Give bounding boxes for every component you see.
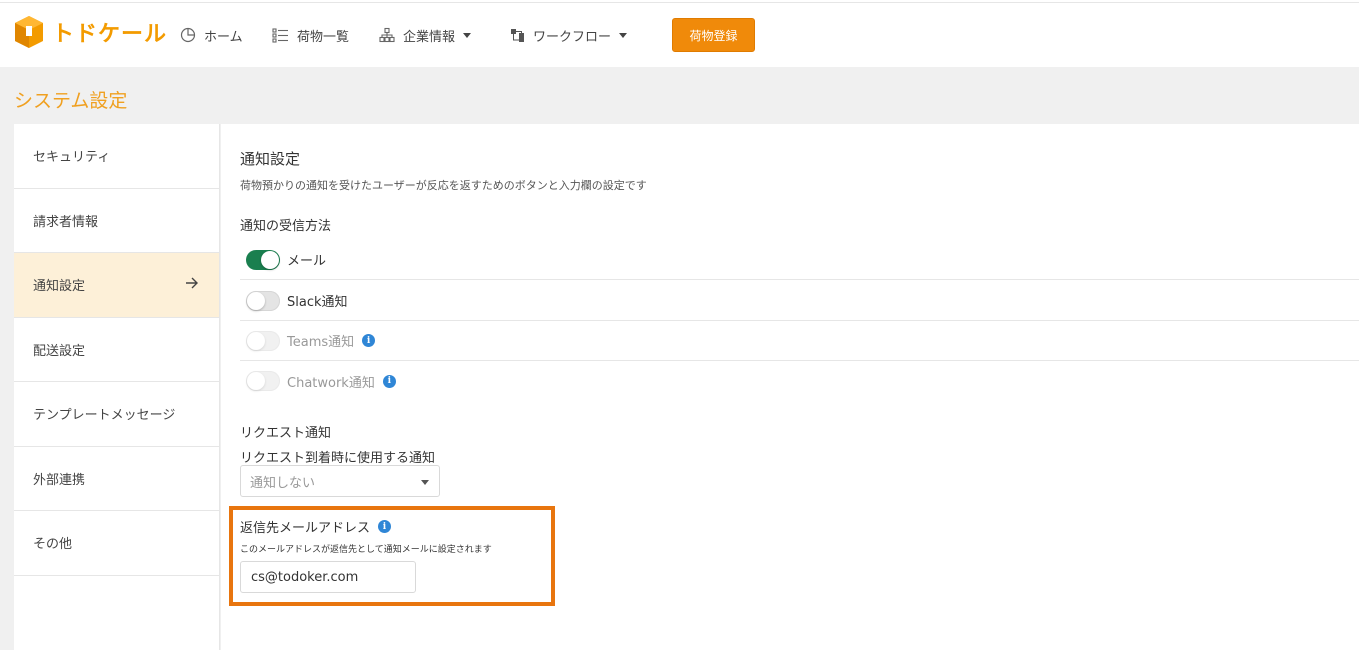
section-title: 通知設定 [240, 150, 301, 168]
chevron-down-icon [619, 32, 628, 38]
logo[interactable]: トドケール [14, 15, 167, 49]
nav-home[interactable]: ホーム [180, 3, 243, 67]
nav-workflow-label: ワークフロー [533, 29, 612, 45]
request-notification-title: リクエスト通知 [240, 426, 332, 441]
toggle-knob [247, 331, 265, 350]
sidebar-item-label: 通知設定 [33, 279, 86, 295]
toggle-knob [247, 291, 265, 310]
info-icon[interactable]: i [378, 520, 392, 533]
chart-pie-icon [180, 27, 196, 43]
logo-box-icon [14, 15, 44, 49]
info-icon[interactable]: i [362, 334, 376, 347]
request-notification-label: リクエスト到着時に使用する通知 [240, 451, 436, 466]
nav-company-label: 企業情報 [403, 29, 456, 45]
teams-toggle[interactable] [246, 330, 280, 351]
reply-email-input[interactable] [240, 561, 416, 593]
settings-sidebar: セキュリティ 請求者情報 通知設定 配送設定 テンプレートメッセージ 外部連携 … [14, 124, 220, 650]
email-toggle[interactable] [246, 249, 280, 270]
nav-company[interactable]: 企業情報 [379, 3, 472, 67]
select-value: 通知しない [250, 475, 316, 491]
sidebar-item-billing[interactable]: 請求者情報 [14, 189, 219, 253]
nav-workflow[interactable]: ワークフロー [510, 3, 628, 67]
sidebar-item-delivery[interactable]: 配送設定 [14, 318, 219, 382]
sidebar-item-integrations[interactable]: 外部連携 [14, 447, 219, 511]
register-parcel-button[interactable]: 荷物登録 [672, 18, 755, 52]
nav-parcels[interactable]: 荷物一覧 [272, 3, 349, 67]
workflow-icon [510, 28, 525, 43]
email-toggle-label: メール [287, 254, 327, 269]
chatwork-toggle[interactable] [246, 371, 280, 391]
teams-toggle-label: Teams通知 [287, 335, 355, 350]
sidebar-item-label: テンプレートメッセージ [33, 408, 176, 424]
nav-parcels-label: 荷物一覧 [297, 29, 350, 45]
sidebar-item-label: 請求者情報 [33, 214, 99, 230]
reply-email-title: 返信先メールアドレス i [240, 517, 392, 536]
sidebar-item-security[interactable]: セキュリティ [14, 124, 219, 189]
toggle-knob [247, 372, 265, 390]
toggle-row-slack: Slack通知 [240, 281, 1359, 321]
slack-toggle[interactable] [246, 290, 280, 311]
receive-method-title: 通知の受信方法 [240, 219, 332, 234]
settings-main: 通知設定 荷物預かりの通知を受けたユーザーが反応を返すためのボタンと入力欄の設定… [221, 124, 1359, 650]
request-notification-select[interactable]: 通知しない [240, 465, 440, 497]
sidebar-item-templates[interactable]: テンプレートメッセージ [14, 382, 219, 447]
section-description: 荷物預かりの通知を受けたユーザーが反応を返すためのボタンと入力欄の設定です [240, 179, 647, 192]
page-title: システム設定 [14, 90, 128, 112]
sidebar-item-other[interactable]: その他 [14, 511, 219, 576]
app-header: トドケール ホーム 荷物一覧 企業情報 ワークフロー 荷物登録 [0, 3, 1359, 67]
toggle-knob [261, 250, 279, 269]
sidebar-item-notifications[interactable]: 通知設定 [14, 253, 219, 318]
reply-email-description: このメールアドレスが返信先として通知メールに設定されます [240, 545, 492, 555]
logo-text: トドケール [52, 22, 168, 47]
toggle-row-email: メール [240, 240, 1359, 280]
slack-toggle-label: Slack通知 [287, 295, 348, 310]
toggle-row-chatwork: Chatwork通知 i [240, 361, 1359, 401]
sidebar-item-label: 外部連携 [33, 472, 86, 488]
arrow-right-icon [185, 277, 199, 293]
list-icon [272, 27, 289, 43]
chatwork-toggle-label: Chatwork通知 [287, 375, 375, 391]
sidebar-item-label: セキュリティ [33, 150, 111, 166]
org-chart-icon [379, 27, 395, 43]
sidebar-item-label: 配送設定 [33, 343, 86, 359]
reply-email-title-text: 返信先メールアドレス [240, 521, 371, 536]
chevron-down-icon [421, 480, 429, 485]
nav-home-label: ホーム [204, 29, 243, 45]
chevron-down-icon [463, 32, 472, 38]
info-icon[interactable]: i [382, 374, 396, 388]
toggle-row-teams: Teams通知 i [240, 321, 1359, 361]
sidebar-item-label: その他 [33, 537, 73, 553]
